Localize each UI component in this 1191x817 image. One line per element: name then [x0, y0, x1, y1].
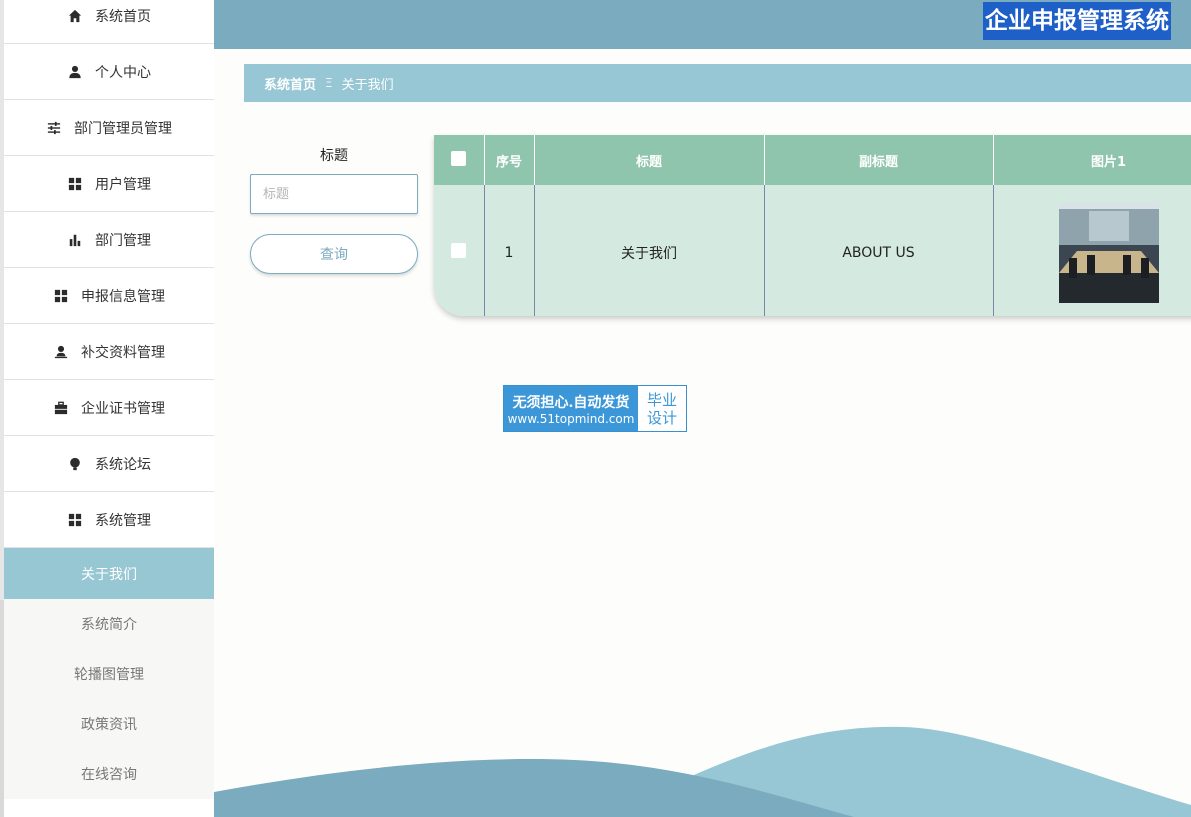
cell-subtitle: ABOUT US	[764, 185, 994, 316]
badge-slogan: 无须担心.自动发货	[512, 394, 630, 411]
sidebar-item-users[interactable]: 用户管理	[4, 156, 214, 212]
sidebar-item-certificates[interactable]: 企业证书管理	[4, 380, 214, 436]
badge-right: 毕业 设计	[638, 386, 686, 431]
submenu-item-carousel[interactable]: 轮播图管理	[4, 649, 214, 699]
breadcrumb: 系统首页 Ξ 关于我们	[244, 64, 1191, 102]
sidebar-item-profile[interactable]: 个人中心	[4, 44, 214, 100]
column-header-index[interactable]: 序号	[484, 135, 535, 185]
user-icon	[67, 64, 83, 80]
sidebar-item-dept-admin[interactable]: 部门管理员管理	[4, 100, 214, 156]
search-label: 标题	[320, 148, 348, 164]
badge-url: www.51topmind.com	[507, 411, 635, 426]
sidebar-item-label: 补交资料管理	[81, 344, 165, 361]
column-header-subtitle[interactable]: 副标题	[764, 135, 994, 185]
row-select-cell	[434, 185, 485, 316]
data-table: 序号 标题 副标题 图片1 1 关于我们 ABOUT US	[434, 135, 1191, 316]
grid-icon	[67, 512, 83, 528]
home-icon	[67, 8, 83, 24]
submenu-item-intro[interactable]: 系统简介	[4, 599, 214, 649]
bar-chart-icon	[67, 232, 83, 248]
column-header-image[interactable]: 图片1	[993, 135, 1191, 185]
breadcrumb-separator-icon: Ξ	[325, 76, 333, 90]
sidebar: 系统首页 个人中心 部门管理员管理 用户管理 部门管理 申报信息管理 补交资料管…	[0, 0, 214, 817]
select-all-checkbox[interactable]	[451, 150, 467, 166]
top-header: 企业申报管理系统	[214, 0, 1191, 49]
sidebar-item-label: 申报信息管理	[81, 288, 165, 305]
breadcrumb-home[interactable]: 系统首页	[264, 74, 316, 93]
user-stamp-icon	[53, 344, 69, 360]
bulb-icon	[67, 456, 83, 472]
grid-icon	[53, 288, 69, 304]
sidebar-item-label: 用户管理	[95, 176, 151, 193]
row-checkbox[interactable]	[451, 243, 467, 258]
meeting-room-photo[interactable]	[1058, 202, 1159, 303]
grid-icon	[67, 176, 83, 192]
title-search-input[interactable]	[250, 174, 418, 214]
sidebar-item-label: 部门管理	[95, 232, 151, 249]
badge-left: 无须担心.自动发货 www.51topmind.com	[504, 386, 638, 431]
badge-word-2: 设计	[646, 408, 677, 427]
sliders-icon	[46, 120, 62, 136]
badge-word-1: 毕业	[646, 390, 677, 409]
sidebar-item-supplements[interactable]: 补交资料管理	[4, 324, 214, 380]
submenu-item-consult[interactable]: 在线咨询	[4, 749, 214, 799]
sidebar-item-label: 部门管理员管理	[74, 120, 172, 137]
cell-index: 1	[484, 185, 535, 316]
sidebar-item-departments[interactable]: 部门管理	[4, 212, 214, 268]
cell-image	[993, 185, 1191, 316]
sidebar-item-declarations[interactable]: 申报信息管理	[4, 268, 214, 324]
sidebar-item-label: 企业证书管理	[81, 400, 165, 417]
sidebar-menu: 系统首页 个人中心 部门管理员管理 用户管理 部门管理 申报信息管理 补交资料管…	[4, 0, 214, 548]
sidebar-item-system[interactable]: 系统管理	[4, 492, 214, 548]
table-header-row: 序号 标题 副标题 图片1	[434, 135, 1191, 185]
decorative-waves	[214, 726, 1191, 817]
sidebar-item-label: 个人中心	[95, 64, 151, 81]
submenu-item-about[interactable]: 关于我们	[4, 548, 214, 599]
sidebar-item-label: 系统首页	[95, 8, 151, 25]
system-submenu: 关于我们 系统简介 轮播图管理 政策资讯 在线咨询	[4, 548, 214, 799]
query-button[interactable]: 查询	[250, 234, 418, 274]
sidebar-item-forum[interactable]: 系统论坛	[4, 436, 214, 492]
about-table: 序号 标题 副标题 图片1 1 关于我们 ABOUT US	[434, 135, 1191, 316]
watermark-badge: 无须担心.自动发货 www.51topmind.com 毕业 设计	[503, 385, 687, 432]
briefcase-icon	[53, 400, 69, 416]
submenu-item-policy-news[interactable]: 政策资讯	[4, 699, 214, 749]
cell-title: 关于我们	[534, 185, 765, 316]
app-title: 企业申报管理系统	[983, 2, 1171, 40]
column-header-title[interactable]: 标题	[534, 135, 765, 185]
sidebar-item-home[interactable]: 系统首页	[4, 0, 214, 44]
sidebar-item-label: 系统管理	[95, 512, 151, 529]
breadcrumb-current: 关于我们	[341, 77, 394, 93]
table-row[interactable]: 1 关于我们 ABOUT US	[434, 185, 1191, 316]
sidebar-item-label: 系统论坛	[95, 456, 151, 473]
select-all-cell	[434, 135, 485, 185]
